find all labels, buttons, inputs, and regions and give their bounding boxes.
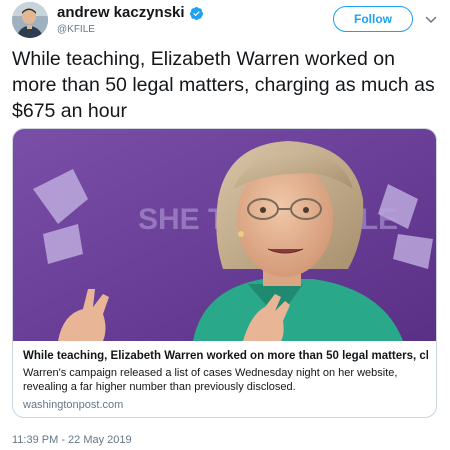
card-title: While teaching, Elizabeth Warren worked …	[23, 350, 428, 362]
display-name[interactable]: andrew kaczynski	[57, 4, 185, 22]
chevron-down-icon[interactable]	[425, 13, 437, 25]
avatar[interactable]	[12, 2, 48, 38]
card-image: SHE THE PEOPLE	[13, 129, 436, 341]
name-row: andrew kaczynski	[57, 4, 204, 22]
follow-button[interactable]: Follow	[333, 6, 413, 32]
handle[interactable]: @KFILE	[57, 23, 204, 37]
card-description: Warren's campaign released a list of cas…	[23, 367, 398, 393]
card-domain: washingtonpost.com	[23, 399, 124, 411]
verified-badge-icon	[189, 6, 204, 21]
tweet: andrew kaczynski @KFILE Follow While tea…	[0, 0, 450, 450]
author-info: andrew kaczynski @KFILE	[57, 4, 204, 37]
tweet-header: andrew kaczynski @KFILE Follow	[12, 2, 440, 40]
card-body: While teaching, Elizabeth Warren worked …	[13, 341, 436, 412]
tweet-timestamp[interactable]: 11:39 PM - 22 May 2019	[12, 434, 132, 446]
tweet-text: While teaching, Elizabeth Warren worked …	[12, 48, 435, 122]
link-card[interactable]: SHE THE PEOPLE	[12, 128, 437, 418]
avatar-photo	[12, 2, 48, 38]
